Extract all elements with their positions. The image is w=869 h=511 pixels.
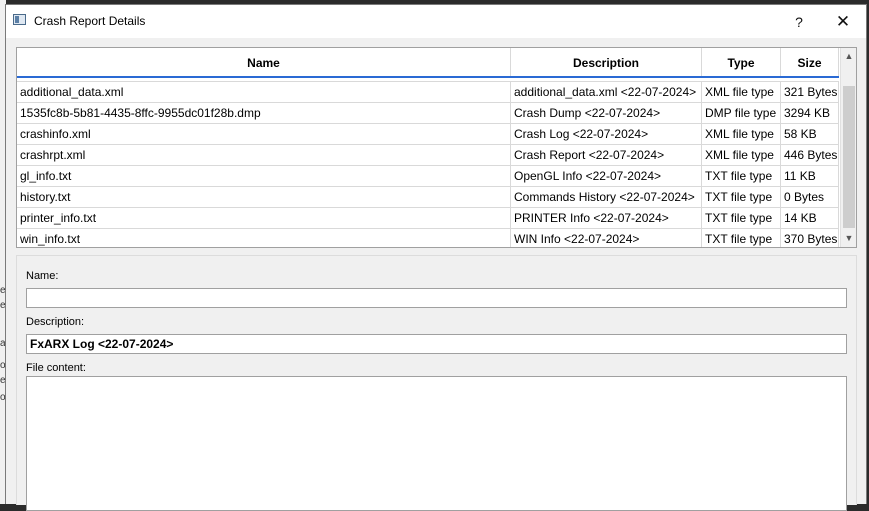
table-header: Name Description Type Size bbox=[17, 48, 839, 78]
cell-size: 370 Bytes bbox=[781, 229, 839, 247]
cell-size: 3294 KB bbox=[781, 103, 839, 123]
cell-name: 1535fc8b-5b81-4435-8ffc-9955dc01f28b.dmp bbox=[17, 103, 511, 123]
cell-type: TXT file type bbox=[702, 166, 781, 186]
table-row[interactable]: additional_data.xml additional_data.xml … bbox=[17, 82, 839, 103]
cell-type: TXT file type bbox=[702, 187, 781, 207]
cell-description: Crash Log <22-07-2024> bbox=[511, 124, 702, 144]
description-field[interactable]: FxARX Log <22-07-2024> bbox=[26, 334, 847, 354]
help-button[interactable]: ? bbox=[784, 9, 814, 35]
description-label: Description: bbox=[26, 316, 85, 328]
window-title: Crash Report Details bbox=[34, 14, 146, 28]
cell-name: win_info.txt bbox=[17, 229, 511, 247]
cell-type: XML file type bbox=[702, 82, 781, 102]
title-bar[interactable]: Crash Report Details ? ✕ bbox=[6, 5, 866, 38]
cell-name: history.txt bbox=[17, 187, 511, 207]
cell-size: 446 Bytes bbox=[781, 145, 839, 165]
scrollbar-thumb[interactable] bbox=[843, 86, 855, 228]
cell-description: PRINTER Info <22-07-2024> bbox=[511, 208, 702, 228]
cell-size: 14 KB bbox=[781, 208, 839, 228]
table-row[interactable]: crashrpt.xml Crash Report <22-07-2024> X… bbox=[17, 145, 839, 166]
cell-type: XML file type bbox=[702, 124, 781, 144]
cell-type: DMP file type bbox=[702, 103, 781, 123]
cell-description: OpenGL Info <22-07-2024> bbox=[511, 166, 702, 186]
name-label: Name: bbox=[26, 270, 59, 282]
cell-description: additional_data.xml <22-07-2024> bbox=[511, 82, 702, 102]
cell-name: additional_data.xml bbox=[17, 82, 511, 102]
files-table[interactable]: Name Description Type Size additional_da… bbox=[16, 47, 857, 248]
cell-description: Crash Report <22-07-2024> bbox=[511, 145, 702, 165]
file-content-label: File content: bbox=[26, 362, 86, 374]
table-row[interactable]: 1535fc8b-5b81-4435-8ffc-9955dc01f28b.dmp… bbox=[17, 103, 839, 124]
cell-description: Commands History <22-07-2024> bbox=[511, 187, 702, 207]
column-header-size[interactable]: Size bbox=[781, 48, 839, 76]
cell-size: 58 KB bbox=[781, 124, 839, 144]
cell-type: TXT file type bbox=[702, 229, 781, 247]
cell-description: WIN Info <22-07-2024> bbox=[511, 229, 702, 247]
cell-type: XML file type bbox=[702, 145, 781, 165]
scroll-up-icon[interactable]: ▲ bbox=[841, 48, 856, 65]
window-icon bbox=[13, 14, 26, 25]
cell-name: printer_info.txt bbox=[17, 208, 511, 228]
cell-size: 11 KB bbox=[781, 166, 839, 186]
file-content-area[interactable] bbox=[26, 376, 847, 511]
scroll-down-icon[interactable]: ▼ bbox=[841, 230, 856, 247]
table-scrollbar[interactable]: ▲ ▼ bbox=[840, 48, 856, 247]
column-header-type[interactable]: Type bbox=[702, 48, 781, 76]
cell-size: 321 Bytes bbox=[781, 82, 839, 102]
table-row[interactable]: crashinfo.xml Crash Log <22-07-2024> XML… bbox=[17, 124, 839, 145]
cell-name: gl_info.txt bbox=[17, 166, 511, 186]
table-row[interactable]: win_info.txt WIN Info <22-07-2024> TXT f… bbox=[17, 229, 839, 247]
crash-report-dialog: Crash Report Details ? ✕ Name Descriptio… bbox=[5, 4, 867, 511]
name-field[interactable] bbox=[26, 288, 847, 308]
cell-type: TXT file type bbox=[702, 208, 781, 228]
cell-size: 0 Bytes bbox=[781, 187, 839, 207]
file-details-panel: Name: Description: FxARX Log <22-07-2024… bbox=[16, 255, 857, 511]
column-header-description[interactable]: Description bbox=[511, 48, 702, 76]
cell-description: Crash Dump <22-07-2024> bbox=[511, 103, 702, 123]
table-row[interactable]: history.txt Commands History <22-07-2024… bbox=[17, 187, 839, 208]
table-row[interactable]: gl_info.txt OpenGL Info <22-07-2024> TXT… bbox=[17, 166, 839, 187]
table-row[interactable]: printer_info.txt PRINTER Info <22-07-202… bbox=[17, 208, 839, 229]
close-button[interactable]: ✕ bbox=[828, 9, 858, 35]
cell-name: crashrpt.xml bbox=[17, 145, 511, 165]
cell-name: crashinfo.xml bbox=[17, 124, 511, 144]
column-header-name[interactable]: Name bbox=[17, 48, 511, 76]
